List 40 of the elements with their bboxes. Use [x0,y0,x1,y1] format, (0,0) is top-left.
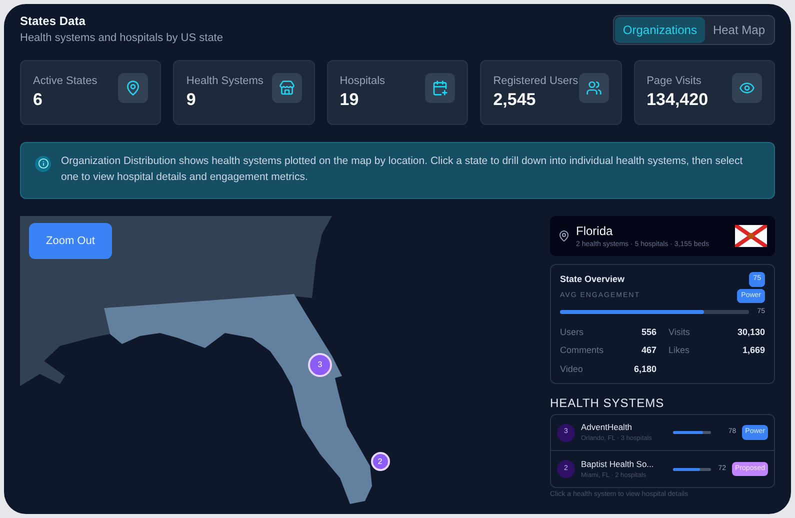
system-name: Baptist Health So... [581,458,655,470]
stat-label: Health Systems [186,74,264,88]
overview-title: State Overview [560,272,625,286]
metric-value: 556 [641,326,656,338]
stat-label: Hospitals [340,74,386,88]
page-subtitle: Health systems and hospitals by US state [20,31,223,46]
section-heading: HEALTH SYSTEMS [550,395,666,412]
stat-value: 2,545 [493,89,537,111]
map-pin-icon [118,72,148,102]
info-icon [35,156,51,172]
view-tab[interactable]: Organizations [614,17,705,43]
stat-label: Registered Users [493,74,578,88]
metric-label: Likes [668,344,690,357]
page-title: States Data [20,13,86,30]
eye-icon [732,72,762,102]
stat-value: 6 [33,89,44,111]
metric-value: 467 [641,344,656,357]
state-name: Florida [576,222,614,240]
map-marker[interactable]: 2 [370,452,390,471]
store-icon [272,72,302,102]
flag-icon [735,224,767,247]
location-icon [558,230,570,242]
stat-label: Active States [33,74,98,88]
system-name: AdventHealth [581,421,634,434]
stat-value: 134,420 [646,89,708,111]
view-tab[interactable]: Heat Map [704,17,773,43]
stat-value: 9 [186,89,197,111]
users-icon [578,72,609,102]
zoom-out-button[interactable]: Zoom Out [29,222,112,259]
metric-label: Visits [668,326,690,338]
info-text: Organization Distribution shows health systems plotted on the map by location. Click a state to drill down into individual health systems, then select one to view hospital details and engagement metrics. [61,154,744,184]
stat-value: 19 [340,89,360,111]
stat-label: Page Visits [646,74,702,88]
metric-value: 30,130 [737,326,765,338]
metric-label: Video [560,362,583,376]
metric-label: Comments [560,344,604,357]
calendar-icon [425,72,456,102]
metric-value: 6,180 [634,362,656,376]
metric-label: Users [560,326,584,338]
metric-value: 1,669 [742,344,765,357]
